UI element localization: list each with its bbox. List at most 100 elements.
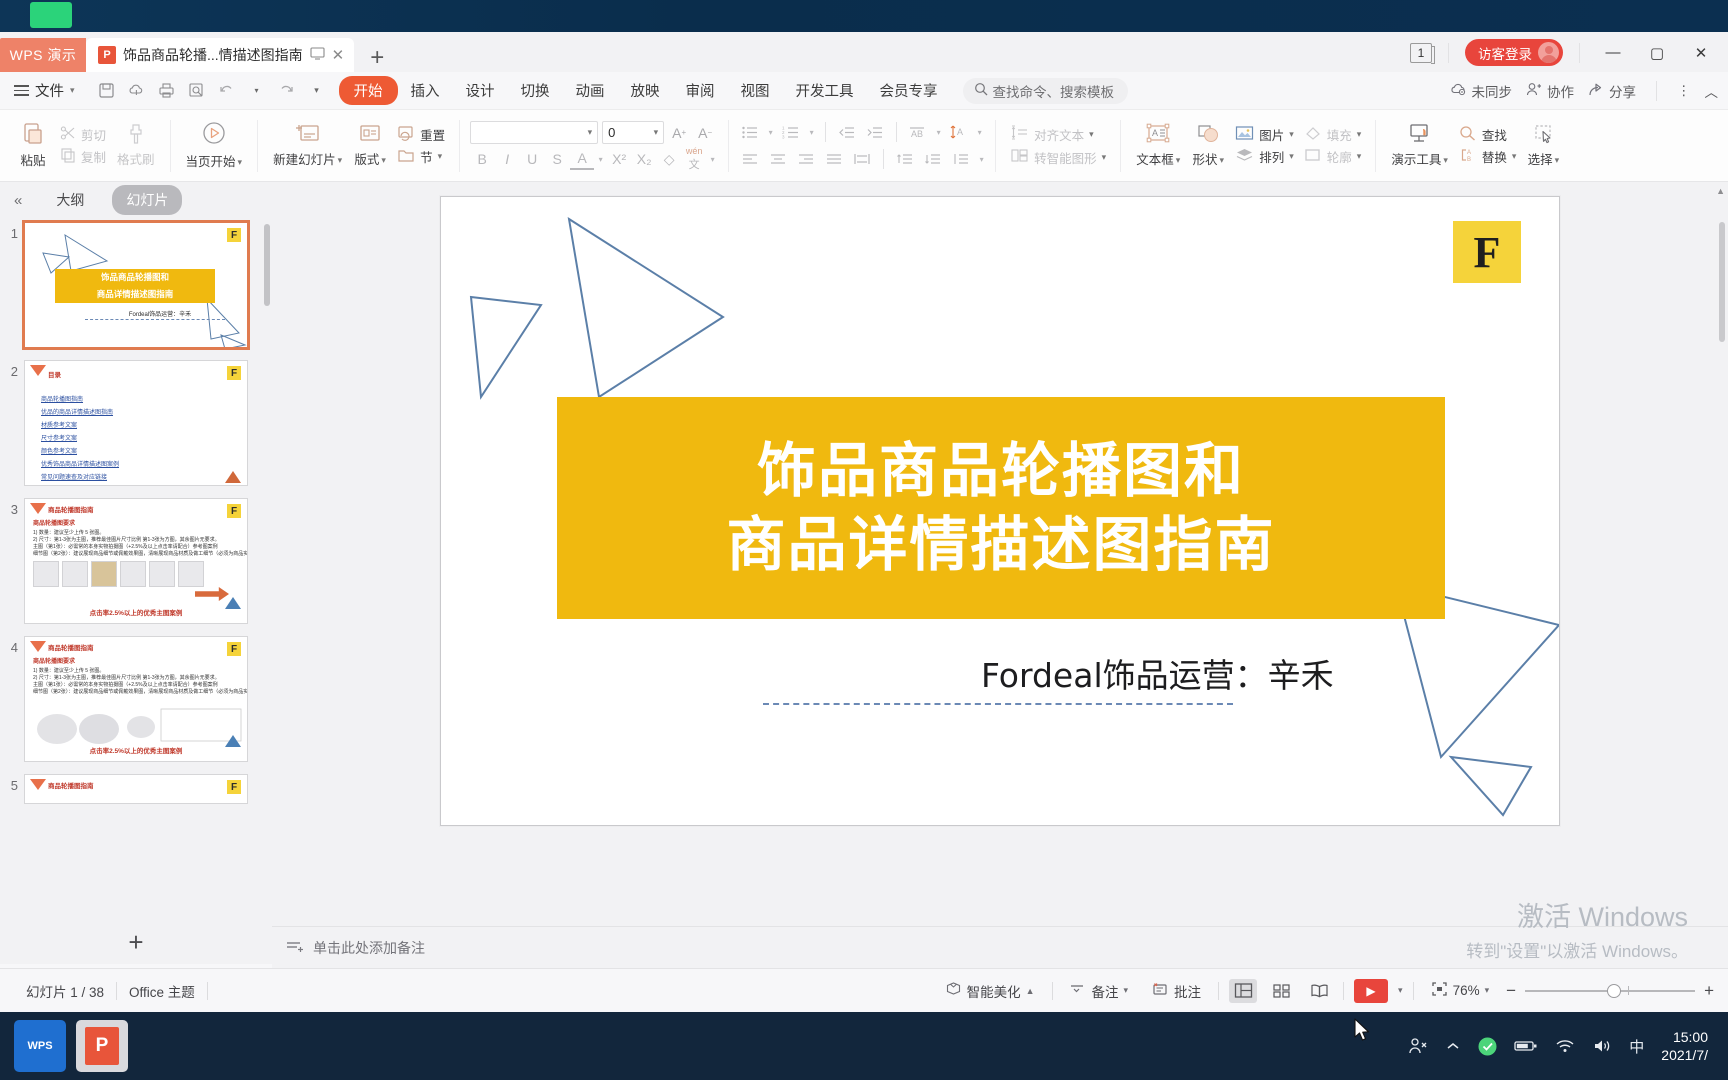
new-slide-button[interactable]: 新建幻灯片 ▾	[268, 120, 347, 170]
chevron-down-icon[interactable]: ▾	[1398, 985, 1403, 996]
canvas-vertical-scrollbar[interactable]: ▲ ▼	[1716, 182, 1726, 964]
distribute-button[interactable]	[849, 148, 875, 171]
undo-dropdown-icon[interactable]: ▾	[243, 78, 271, 104]
bullet-list-dropdown-icon[interactable]: ▾	[765, 121, 776, 144]
clear-formatting-button[interactable]: ◇	[657, 148, 681, 170]
ribbon-more-button[interactable]: ⋮	[1677, 83, 1691, 99]
slide-thumbnail-3[interactable]: F 商品轮播图指南 商品轮播图要求 1) 数量：建议至少上传 5 张图。 2) …	[24, 498, 248, 624]
print-preview-icon[interactable]	[183, 78, 211, 104]
line-spacing-up-button[interactable]	[892, 148, 918, 171]
smart-beautify-button[interactable]: 智能美化 ▲	[938, 978, 1042, 1004]
layout-button[interactable]: 版式 ▾	[349, 120, 391, 170]
search-command-box[interactable]: 查找命令、搜索模板	[962, 77, 1129, 104]
cut-button[interactable]: 剪切	[56, 124, 110, 145]
undo-icon[interactable]	[213, 78, 241, 104]
start-from-current-button[interactable]: 当页开始 ▾	[181, 118, 248, 172]
tab-animation[interactable]: 动画	[563, 76, 618, 105]
increase-indent-button[interactable]	[862, 121, 888, 144]
tab-developer[interactable]: 开发工具	[783, 76, 867, 105]
document-tab[interactable]: P 饰品商品轮播...情描述图指南 ✕	[86, 38, 355, 72]
font-family-input[interactable]: ▾	[470, 121, 599, 144]
align-right-button[interactable]	[793, 148, 819, 171]
align-text-button[interactable]: 对齐文本 ▾	[1006, 123, 1110, 145]
sync-status-button[interactable]: 未同步	[1450, 81, 1512, 101]
textbox-button[interactable]: A 文本框 ▾	[1131, 120, 1185, 170]
convert-to-smartart-button[interactable]: 转智能图形 ▾	[1006, 146, 1110, 168]
view-slide-sorter-button[interactable]	[1267, 979, 1295, 1003]
decrease-font-size-button[interactable]: A −	[694, 122, 716, 144]
line-spacing-button[interactable]	[948, 148, 974, 171]
tab-member[interactable]: 会员专享	[867, 76, 951, 105]
chevron-up-icon[interactable]	[1445, 1040, 1461, 1052]
slide-thumbnail-list[interactable]: 1 F 饰品商品轮播图和 商品详情描述图指南 Fordeal饰品运营：辛禾 2 …	[0, 218, 272, 920]
picture-button[interactable]: 图片 ▾	[1231, 124, 1298, 145]
close-window-button[interactable]: ✕	[1684, 41, 1718, 65]
people-icon[interactable]	[1408, 1037, 1428, 1055]
replace-button[interactable]: AB 替换 ▾	[1455, 146, 1521, 167]
justify-button[interactable]	[821, 148, 847, 171]
view-reading-button[interactable]	[1305, 979, 1333, 1003]
tab-transition[interactable]: 切换	[508, 76, 563, 105]
zoom-slider-track[interactable]	[1525, 983, 1696, 998]
fit-to-window-button[interactable]: 76% ▾	[1424, 978, 1497, 1003]
shield-icon[interactable]	[1478, 1037, 1497, 1056]
file-menu-button[interactable]: 文件 ▾	[6, 80, 85, 101]
reset-button[interactable]: 重置	[393, 124, 449, 145]
tab-start[interactable]: 开始	[338, 76, 398, 105]
numbered-list-dropdown-icon[interactable]: ▾	[806, 121, 817, 144]
qat-more-icon[interactable]: ▾	[303, 78, 331, 104]
sidebar-scrollbar-thumb[interactable]	[264, 224, 270, 306]
align-left-button[interactable]	[737, 148, 763, 171]
slide-canvas-area[interactable]: F 饰品商品轮播图和 商品详情描述图指南 Fordeal饰品运营：辛禾 ▲ ▼	[272, 182, 1728, 964]
notes-pane[interactable]: 单击此处添加备注	[272, 926, 1728, 968]
font-size-input[interactable]: 0 ▾	[602, 121, 665, 144]
collapse-panel-icon[interactable]: «	[8, 192, 28, 209]
collapse-ribbon-button[interactable]: ︿	[1705, 81, 1719, 101]
current-slide[interactable]: F 饰品商品轮播图和 商品详情描述图指南 Fordeal饰品运营：辛禾	[440, 196, 1560, 826]
maximize-button[interactable]: ▢	[1640, 41, 1674, 65]
volume-icon[interactable]	[1592, 1038, 1612, 1054]
zoom-out-button[interactable]: −	[1506, 981, 1516, 1001]
character-spacing-button[interactable]: A	[946, 121, 972, 144]
find-button[interactable]: 查找	[1455, 124, 1521, 145]
tab-insert[interactable]: 插入	[398, 76, 453, 105]
line-spacing-down-button[interactable]	[920, 148, 946, 171]
save-icon[interactable]	[93, 78, 121, 104]
slide-thumbnail-1[interactable]: F 饰品商品轮播图和 商品详情描述图指南 Fordeal饰品运营：辛禾	[22, 220, 250, 350]
close-tab-icon[interactable]: ✕	[332, 48, 345, 63]
theme-label[interactable]: Office 主题	[117, 981, 207, 1001]
superscript-button[interactable]: X²	[607, 148, 631, 170]
text-direction-dropdown-icon[interactable]: ▾	[933, 121, 944, 144]
desktop-icon[interactable]	[30, 2, 72, 28]
canvas-scrollbar-thumb[interactable]	[1719, 222, 1725, 342]
outline-button[interactable]: 轮廓 ▾	[1300, 146, 1366, 167]
select-button[interactable]: 选择 ▾	[1522, 120, 1564, 170]
monitor-icon[interactable]	[310, 47, 325, 63]
subscript-button[interactable]: X₂	[632, 148, 656, 170]
line-spacing-dropdown-icon[interactable]: ▾	[976, 148, 987, 171]
taskbar-clock[interactable]: 15:00 2021/7/	[1661, 1028, 1708, 1064]
slide-thumbnail-4[interactable]: F 商品轮播图指南 商品轮播图要求 1) 数量：建议至少上传 5 张图。 2) …	[24, 636, 248, 762]
present-tools-button[interactable]: 演示工具 ▾	[1386, 120, 1453, 170]
font-color-dropdown-icon[interactable]: ▾	[595, 148, 606, 170]
pinyin-guide-button[interactable]: wén 文	[682, 146, 706, 171]
tab-review[interactable]: 审阅	[673, 76, 728, 105]
sidebar-tab-outline[interactable]: 大纲	[42, 185, 98, 215]
notes-toggle-button[interactable]: 备注 ▾	[1063, 978, 1136, 1004]
zoom-in-button[interactable]: +	[1704, 981, 1714, 1001]
start-slideshow-button[interactable]: ▶	[1354, 978, 1389, 1003]
view-normal-button[interactable]	[1229, 978, 1258, 1003]
strikethrough-button[interactable]: S	[545, 148, 569, 170]
slide-title-band[interactable]: 饰品商品轮播图和 商品详情描述图指南	[557, 397, 1445, 619]
new-tab-button[interactable]: +	[354, 46, 400, 72]
slide-thumbnail-5[interactable]: F 商品轮播图指南	[24, 774, 248, 804]
font-color-button[interactable]: A	[570, 148, 595, 170]
tab-slideshow[interactable]: 放映	[618, 76, 673, 105]
italic-button[interactable]: I	[495, 148, 519, 170]
window-count-badge[interactable]: 1	[1410, 42, 1435, 64]
arrange-button[interactable]: 排列 ▾	[1231, 146, 1298, 167]
format-painter-button[interactable]: 格式刷	[112, 120, 160, 170]
zoom-slider-handle[interactable]	[1607, 983, 1622, 998]
slide-subtitle[interactable]: Fordeal饰品运营：辛禾	[981, 649, 1334, 697]
zoom-slider[interactable]: − +	[1506, 981, 1714, 1001]
